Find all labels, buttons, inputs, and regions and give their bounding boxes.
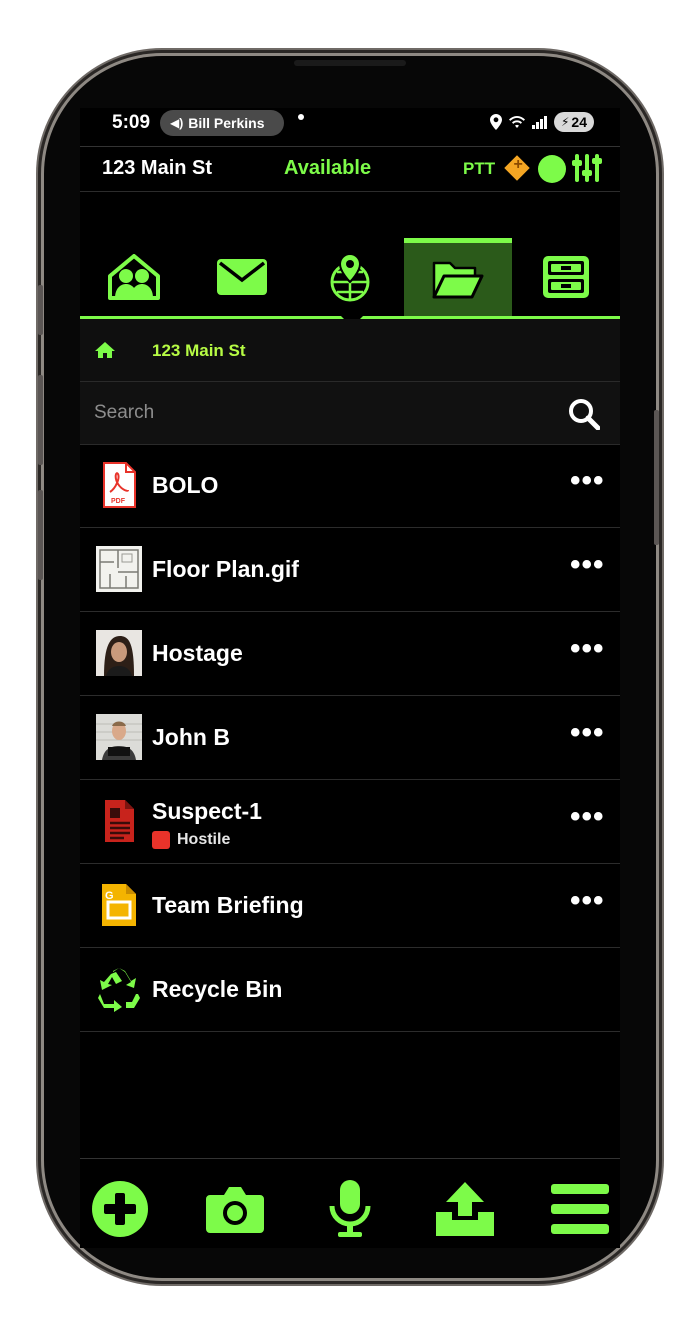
list-item[interactable]: Floor Plan.gif ••• xyxy=(80,528,620,612)
floorplan-thumbnail xyxy=(96,546,142,592)
home-icon[interactable] xyxy=(94,341,116,359)
search-bar xyxy=(80,382,620,445)
mugshot-thumbnail xyxy=(96,714,142,760)
tag-label: Hostile xyxy=(177,831,231,848)
more-options-icon[interactable]: ••• xyxy=(570,718,605,748)
phone-frame: 5:09 ◀) Bill Perkins ⚡ 24 123 Main St Av… xyxy=(44,56,656,1278)
list-item[interactable]: Suspect-1 Hostile ••• xyxy=(80,780,620,864)
file-name: Recycle Bin xyxy=(152,976,283,1002)
camera-icon xyxy=(206,1187,264,1233)
hamburger-menu-icon xyxy=(551,1184,609,1234)
side-button-volume-down xyxy=(38,490,43,580)
battery-level: 24 xyxy=(571,114,587,130)
battery-indicator: ⚡ 24 xyxy=(554,112,594,132)
file-name: Team Briefing xyxy=(152,892,304,918)
tab-messages[interactable] xyxy=(188,238,296,316)
list-item[interactable]: Hostage ••• xyxy=(80,612,620,696)
tab-cabinet[interactable] xyxy=(512,238,620,316)
breadcrumb: 123 Main St xyxy=(80,319,620,382)
clock: 5:09 xyxy=(112,112,151,133)
hostile-tag: Hostile xyxy=(152,831,230,849)
upload-button[interactable] xyxy=(435,1179,495,1239)
side-button-power xyxy=(654,410,659,545)
camera-button[interactable] xyxy=(205,1179,265,1239)
active-call-pill[interactable]: ◀) Bill Perkins xyxy=(160,110,284,136)
speaker-icon: ◀) xyxy=(170,116,184,130)
folder-open-icon xyxy=(432,261,484,298)
side-button-action xyxy=(38,285,43,335)
file-name: John B xyxy=(152,724,230,750)
slides-icon: G xyxy=(102,884,136,926)
more-options-icon[interactable]: ••• xyxy=(570,886,605,916)
hostile-color-swatch xyxy=(152,831,170,849)
list-item[interactable]: John B ••• xyxy=(80,696,620,780)
app-header: 123 Main St Available PTT xyxy=(80,146,620,192)
availability-status[interactable]: Available xyxy=(284,157,371,180)
tab-team[interactable] xyxy=(80,238,188,316)
signal-icon xyxy=(532,116,547,129)
menu-button[interactable] xyxy=(550,1179,610,1239)
status-light-icon[interactable] xyxy=(538,155,566,183)
list-item[interactable]: G Team Briefing ••• xyxy=(80,864,620,948)
activity-dot xyxy=(298,114,304,120)
list-item[interactable]: PDF BOLO ••• xyxy=(80,444,620,528)
more-options-icon[interactable]: ••• xyxy=(570,466,605,496)
microphone-icon xyxy=(329,1180,371,1237)
ptt-label[interactable]: PTT xyxy=(463,159,495,179)
pdf-icon: PDF xyxy=(103,462,136,508)
mail-icon xyxy=(217,259,267,295)
ptt-diamond-icon[interactable] xyxy=(504,155,530,181)
breadcrumb-location[interactable]: 123 Main St xyxy=(152,341,246,361)
search-input[interactable] xyxy=(92,396,536,430)
file-name: Floor Plan.gif xyxy=(152,556,299,582)
tab-bar xyxy=(80,238,620,319)
upload-icon xyxy=(436,1182,494,1236)
app-screen: 5:09 ◀) Bill Perkins ⚡ 24 123 Main St Av… xyxy=(80,108,620,1248)
incident-location[interactable]: 123 Main St xyxy=(102,157,212,180)
side-button-volume-up xyxy=(38,375,43,465)
location-icon xyxy=(490,114,502,130)
wifi-icon xyxy=(509,116,525,128)
caller-name: Bill Perkins xyxy=(188,115,265,131)
hostage-photo-thumbnail xyxy=(96,630,142,676)
plus-circle-icon xyxy=(92,1181,148,1237)
map-pin-globe-icon xyxy=(330,252,370,302)
recycle-icon xyxy=(98,968,140,1012)
charging-icon: ⚡ xyxy=(560,115,570,129)
add-button[interactable] xyxy=(90,1179,150,1239)
sliders-icon[interactable] xyxy=(572,153,602,183)
list-item[interactable]: Recycle Bin xyxy=(80,948,620,1032)
form-doc-icon xyxy=(105,800,134,842)
cabinet-icon xyxy=(543,256,589,298)
system-icons: ⚡ 24 xyxy=(490,112,594,132)
status-bar: 5:09 ◀) Bill Perkins ⚡ 24 xyxy=(80,108,620,142)
file-name: Hostage xyxy=(152,640,243,666)
more-options-icon[interactable]: ••• xyxy=(570,550,605,580)
bottom-toolbar xyxy=(80,1158,620,1249)
phone-notch xyxy=(294,60,406,66)
tab-map[interactable] xyxy=(296,238,404,316)
file-list: PDF BOLO ••• Floor Plan.gif ••• Hostage … xyxy=(80,444,620,1032)
file-name: BOLO xyxy=(152,472,219,498)
team-icon xyxy=(108,254,160,300)
tab-files[interactable] xyxy=(404,238,512,316)
more-options-icon[interactable]: ••• xyxy=(570,634,605,664)
search-icon[interactable] xyxy=(568,398,600,430)
svg-text:G: G xyxy=(105,890,114,902)
file-name: Suspect-1 xyxy=(152,798,262,824)
svg-text:PDF: PDF xyxy=(111,498,126,505)
record-audio-button[interactable] xyxy=(320,1179,380,1239)
more-options-icon[interactable]: ••• xyxy=(570,802,605,832)
